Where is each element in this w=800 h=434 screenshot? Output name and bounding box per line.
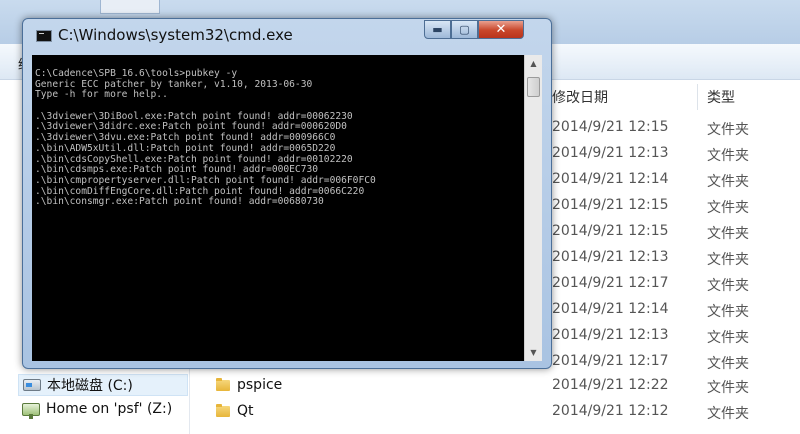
file-type: 文件夹 <box>707 356 749 372</box>
date-modified: 2014/9/21 12:14 <box>552 301 669 317</box>
file-type: 文件夹 <box>707 200 749 216</box>
nav-item-home-psf-z[interactable]: Home on 'psf' (Z:) <box>22 398 172 420</box>
date-modified: 2014/9/21 12:15 <box>552 197 669 213</box>
date-modified: 2014/9/21 12:12 <box>552 403 669 419</box>
vertical-scrollbar[interactable]: ▲ ▼ <box>524 55 542 361</box>
file-type: 文件夹 <box>707 406 749 422</box>
console-line: Type -h for more help.. <box>35 89 168 101</box>
console-line: .\bin\consmgr.exe:Patch point found! add… <box>35 196 324 208</box>
date-modified: 2014/9/21 12:13 <box>552 145 669 161</box>
console-line: .\bin\ADW5xUtil.dll:Patch point found! a… <box>35 142 336 154</box>
column-header-date-modified[interactable]: 修改日期 <box>552 84 608 110</box>
date-modified: 2014/9/21 12:14 <box>552 171 669 187</box>
maximize-button[interactable]: ▢ <box>451 20 478 39</box>
scrollbar-thumb[interactable] <box>527 77 540 97</box>
file-type: 文件夹 <box>707 330 749 346</box>
nav-item-label: Home on 'psf' (Z:) <box>46 401 173 417</box>
date-modified: 2014/9/21 12:13 <box>552 249 669 265</box>
close-icon: ✕ <box>495 22 507 37</box>
file-type: 文件夹 <box>707 174 749 190</box>
minimize-button[interactable]: ▬ <box>424 20 451 39</box>
maximize-icon: ▢ <box>459 23 470 36</box>
date-modified: 2014/9/21 12:17 <box>552 275 669 291</box>
date-modified: 2014/9/21 12:15 <box>552 119 669 135</box>
folder-icon <box>216 404 230 418</box>
scroll-down-icon[interactable]: ▼ <box>525 344 542 361</box>
date-modified: 2014/9/21 12:17 <box>552 353 669 369</box>
file-name: pspice <box>237 377 283 393</box>
date-modified: 2014/9/21 12:22 <box>552 377 669 393</box>
window-title: C:\Windows\system32\cmd.exe <box>58 26 293 44</box>
file-type: 文件夹 <box>707 304 749 320</box>
console-icon[interactable] <box>36 30 52 42</box>
list-item[interactable]: pspice 2014/9/21 12:22 文件夹 <box>192 373 800 399</box>
file-name: Qt <box>237 403 254 419</box>
close-button[interactable]: ✕ <box>478 20 524 39</box>
nav-item-label: 本地磁盘 (C:) <box>47 378 133 394</box>
list-item[interactable]: Qt 2014/9/21 12:12 文件夹 <box>192 399 800 425</box>
console-line: .\bin\cmpropertyserver.dll:Patch point f… <box>35 174 376 186</box>
file-type: 文件夹 <box>707 122 749 138</box>
folder-icon <box>216 378 230 392</box>
column-header-type[interactable]: 类型 <box>707 84 735 110</box>
file-type: 文件夹 <box>707 278 749 294</box>
date-modified: 2014/9/21 12:13 <box>552 327 669 343</box>
minimize-icon: ▬ <box>432 23 443 36</box>
cmd-window[interactable]: C:\Windows\system32\cmd.exe ▬ ▢ ✕ C:\Cad… <box>22 18 552 369</box>
column-separator[interactable] <box>697 84 698 110</box>
background-tab <box>100 0 160 14</box>
file-type: 文件夹 <box>707 148 749 164</box>
console-output[interactable]: C:\Cadence\SPB_16.6\tools>pubkey -y Gener… <box>32 55 524 361</box>
scroll-up-icon[interactable]: ▲ <box>525 55 542 72</box>
nav-item-local-disk-c[interactable]: 本地磁盘 (C:) <box>18 374 188 396</box>
network-drive-icon <box>22 402 40 419</box>
date-modified: 2014/9/21 12:15 <box>552 223 669 239</box>
file-type: 文件夹 <box>707 380 749 396</box>
drive-icon <box>23 379 41 391</box>
file-type: 文件夹 <box>707 226 749 242</box>
file-type: 文件夹 <box>707 252 749 268</box>
cmd-titlebar[interactable]: C:\Windows\system32\cmd.exe ▬ ▢ ✕ <box>23 19 551 53</box>
